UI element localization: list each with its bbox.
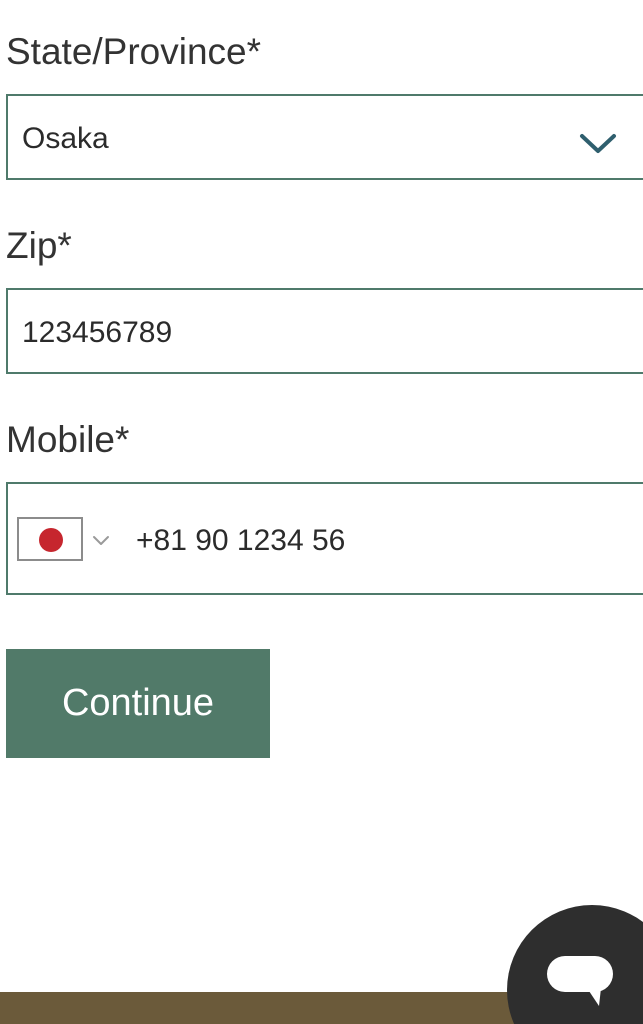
state-select[interactable]: Osaka (6, 94, 643, 180)
flag-red-circle (39, 528, 63, 552)
state-select-value: Osaka (22, 122, 109, 155)
country-chevron-down-icon[interactable] (92, 535, 110, 547)
state-label: State/Province* (6, 31, 262, 72)
zip-field-value: 123456789 (22, 316, 173, 349)
zip-label: Zip* (6, 225, 72, 266)
mobile-label: Mobile* (6, 419, 130, 460)
continue-button[interactable]: Continue (6, 649, 270, 758)
mobile-field-value: +81 90 1234 56 (136, 524, 346, 557)
zip-field[interactable]: 123456789 (6, 288, 643, 374)
japan-flag-icon[interactable] (17, 517, 83, 561)
chevron-down-icon[interactable] (578, 132, 618, 156)
checkout-form-page: State/Province* Osaka Zip* 123456789 Mob… (0, 0, 643, 1024)
chat-icon (547, 956, 613, 1006)
